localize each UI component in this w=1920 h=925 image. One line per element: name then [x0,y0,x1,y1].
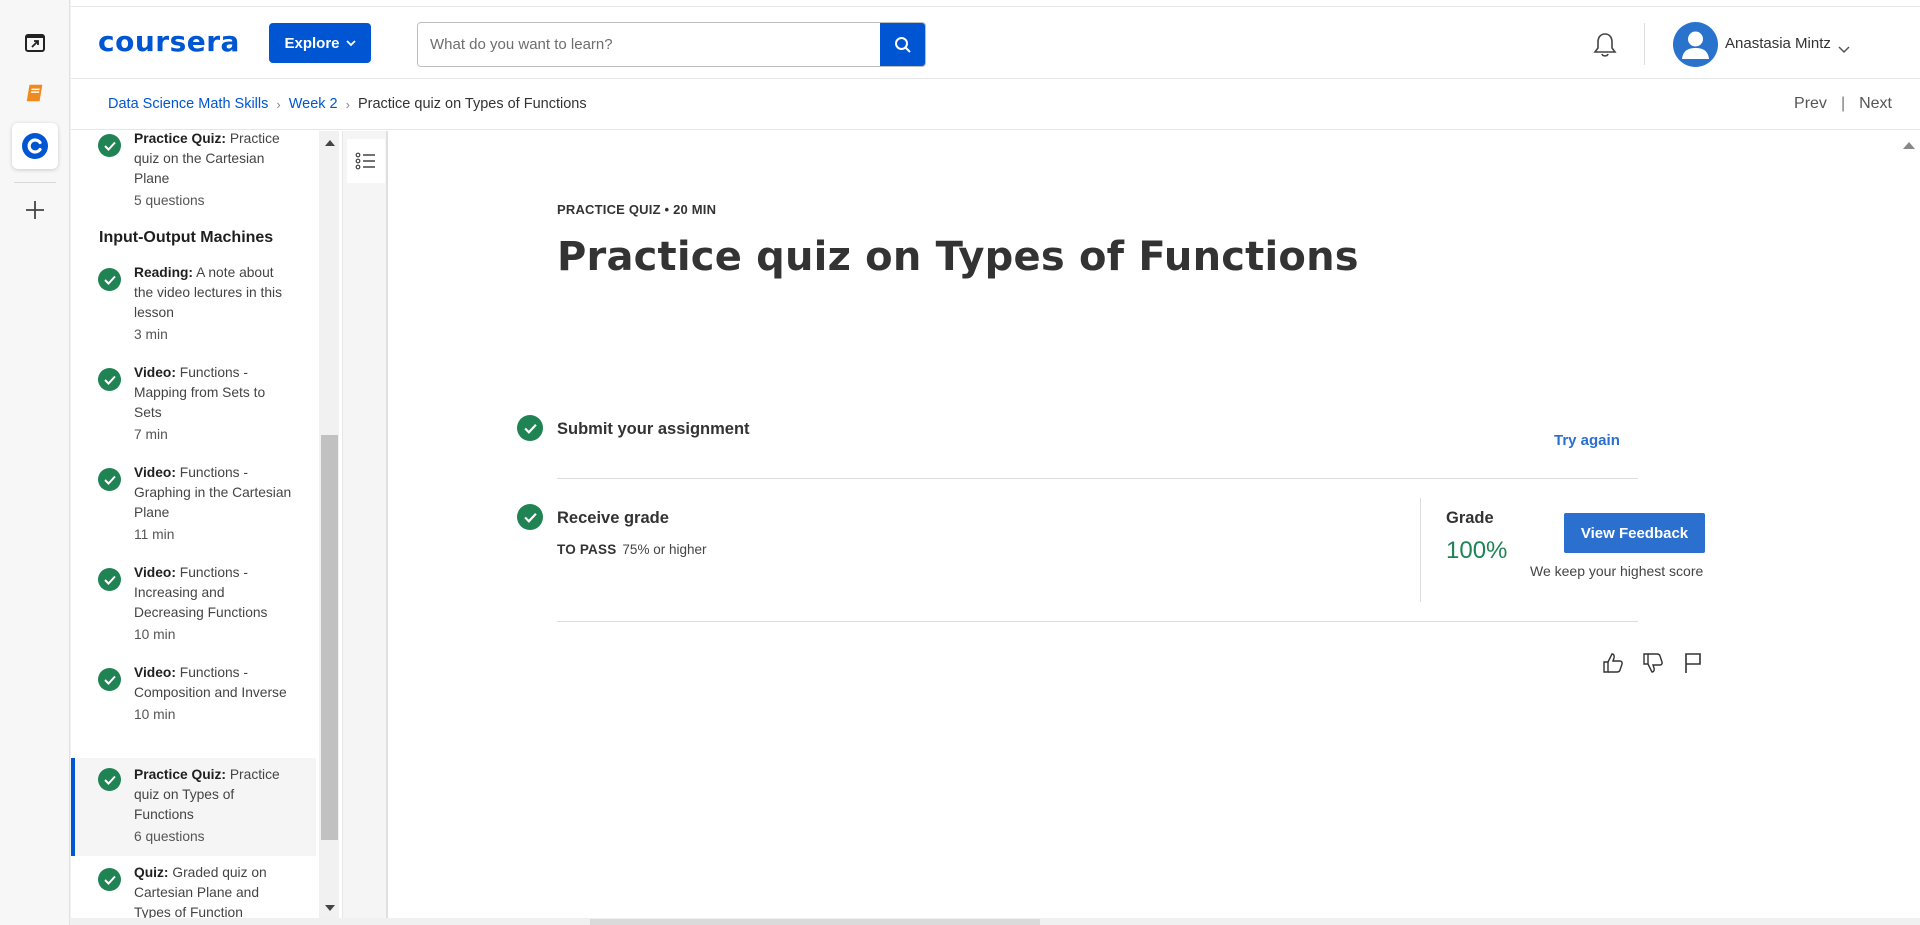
breadcrumb: Data Science Math Skills › Week 2 › Prac… [108,96,587,112]
search-box [417,22,926,67]
item-meta: 11 min [134,527,175,542]
pass-requirement: TO PASS 75% or higher [557,542,706,557]
breadcrumb-current: Practice quiz on Types of Functions [357,96,587,112]
item-meta: 3 min [134,327,168,342]
item-type: Reading: [134,265,194,280]
item-type: Practice Quiz: [134,767,227,782]
search-input[interactable] [418,23,881,66]
coursera-app-icon[interactable] [12,123,58,169]
item-type: Video: [134,665,176,680]
notification-bell-icon[interactable] [1592,31,1618,64]
item-type: Quiz: [134,865,169,880]
item-meta: 10 min [134,627,176,642]
item-meta: 6 questions [134,829,205,844]
item-type: Video: [134,565,176,580]
scroll-up-arrow-icon[interactable] [321,135,338,151]
breadcrumb-bar: Data Science Math Skills › Week 2 › Prac… [71,80,1920,130]
to-pass-value: 75% or higher [622,542,707,557]
main-scrollbar-track[interactable] [1899,131,1920,925]
sidebar-item-video-composition[interactable]: Video: Functions - Composition and Inver… [71,665,316,745]
page-title: Practice quiz on Types of Functions [557,234,1359,280]
to-pass-label: TO PASS [557,542,617,557]
completed-check-icon [98,268,121,291]
feedback-actions [1601,651,1705,675]
completed-check-icon [98,468,121,491]
prev-next-nav: Prev | Next [1794,95,1892,113]
receive-grade-title: Receive grade [557,509,669,527]
thumbs-down-icon[interactable] [1641,651,1665,675]
sidebar-item-graded-quiz[interactable]: Quiz: Graded quiz on Cartesian Plane and… [71,865,316,925]
add-app-icon[interactable] [12,187,58,233]
item-eyebrow: PRACTICE QUIZ • 20 MIN [557,202,717,217]
main-content: PRACTICE QUIZ • 20 MIN Practice quiz on … [390,131,1898,925]
coursera-logo[interactable]: coursera [98,25,240,58]
breadcrumb-course-link[interactable]: Data Science Math Skills [108,96,268,112]
sidebar-scrollbar-thumb[interactable] [321,435,338,840]
table-of-contents-toggle[interactable] [347,139,385,183]
next-link[interactable]: Next [1859,95,1892,113]
browser-frame: coursera Explore Anastasia Mintz Data Sc… [71,0,1920,925]
breadcrumb-week-link[interactable]: Week 2 [289,96,338,112]
user-icon [1682,31,1709,59]
grade-value: 100% [1446,537,1508,564]
sidebar-item-reading[interactable]: Reading: A note about the video lectures… [71,265,316,345]
highest-score-note: We keep your highest score [1530,563,1704,579]
sidebar-item-video-increasing[interactable]: Video: Functions - Increasing and Decrea… [71,565,316,645]
completed-check-icon [98,768,121,791]
section-title: Input-Output Machines [99,229,274,246]
explore-button[interactable]: Explore [269,23,371,63]
explore-label: Explore [284,34,340,52]
main-scroll-up-arrow-icon[interactable] [1903,136,1915,154]
book-app-icon[interactable] [12,70,58,116]
item-meta: 5 questions [134,193,205,208]
item-type: Video: [134,465,176,480]
breadcrumb-chevron-icon: › [345,96,350,112]
try-again-link[interactable]: Try again [1554,432,1620,449]
divider [557,478,1638,479]
nav-separator: | [1840,95,1846,112]
horizontal-scrollbar-thumb[interactable] [590,919,1040,925]
screenshot-app-icon[interactable] [12,20,58,66]
outline-toggle-column [342,131,388,925]
flag-icon[interactable] [1681,651,1705,675]
course-outline-sidebar: Practice Quiz: Practice quiz on the Cart… [71,131,316,925]
user-menu-chevron-icon[interactable] [1838,41,1850,59]
chevron-down-icon [345,39,356,46]
completed-check-icon [517,504,543,530]
user-name[interactable]: Anastasia Mintz [1725,35,1831,52]
completed-check-icon [98,134,121,157]
list-icon [355,152,375,170]
completed-check-icon [98,368,121,391]
view-feedback-button[interactable]: View Feedback [1564,513,1705,553]
grade-divider [1420,498,1421,602]
prev-link[interactable]: Prev [1794,95,1827,113]
completed-check-icon [517,415,543,441]
item-type: Video: [134,365,176,380]
completed-check-icon [98,668,121,691]
breadcrumb-chevron-icon: › [276,96,281,112]
scroll-down-arrow-icon[interactable] [321,900,338,916]
completed-check-icon [98,868,121,891]
search-button[interactable] [880,23,925,66]
completed-check-icon [98,568,121,591]
header-divider [1644,23,1645,65]
submit-assignment-title: Submit your assignment [557,420,750,438]
sidebar-item-practice-quiz-types-active[interactable]: Practice Quiz: Practice quiz on Types of… [71,758,316,856]
user-avatar[interactable] [1673,22,1718,67]
top-header: coursera Explore Anastasia Mintz [71,6,1920,79]
grade-label: Grade [1446,509,1494,527]
thumbs-up-icon[interactable] [1601,651,1625,675]
divider [557,621,1638,622]
item-meta: 10 min [134,707,176,722]
rail-divider [14,182,56,183]
search-icon [894,36,911,53]
item-type: Practice Quiz: [134,131,227,146]
sidebar-item-video-mapping[interactable]: Video: Functions - Mapping from Sets to … [71,365,316,445]
sidebar-item-video-graphing[interactable]: Video: Functions - Graphing in the Carte… [71,465,316,545]
app-rail [0,0,70,925]
item-meta: 7 min [134,427,168,442]
sidebar-item-practice-quiz-cartesian[interactable]: Practice Quiz: Practice quiz on the Cart… [71,131,316,221]
